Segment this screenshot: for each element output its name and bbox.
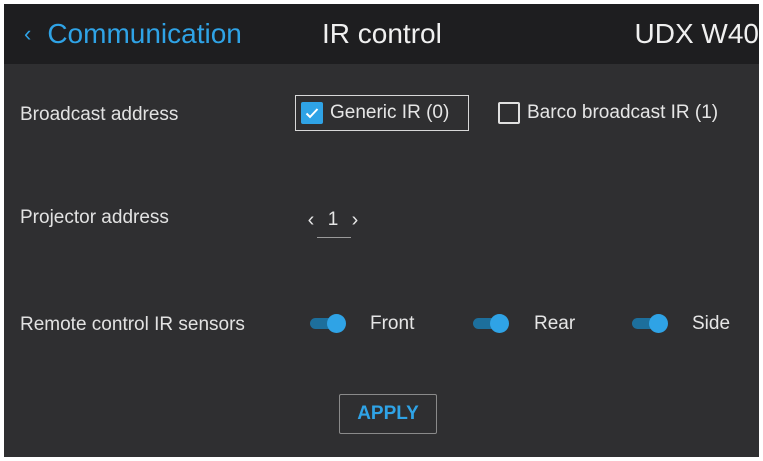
barco-broadcast-ir-option[interactable]: Barco broadcast IR (1) [498,95,718,131]
checkbox-unchecked-icon[interactable] [498,102,520,124]
barco-broadcast-ir-label: Barco broadcast IR (1) [527,102,719,123]
projector-address-value[interactable]: 1 [318,209,348,231]
front-sensor-label: Front [370,313,415,334]
page-title: IR control [322,18,442,49]
projector-address-label: Projector address [20,207,169,228]
projector-address-stepper[interactable]: ‹ 1 › [304,202,368,238]
chevron-left-icon: ‹ [24,21,32,46]
side-sensor-label: Side [692,313,731,334]
decrement-chevron-icon[interactable]: ‹ [304,209,318,232]
ir-sensors-label: Remote control IR sensors [20,314,245,335]
side-sensor-toggle[interactable] [632,314,668,333]
back-label: Communication [47,18,242,49]
broadcast-address-label: Broadcast address [20,104,179,125]
generic-ir-label: Generic IR (0) [330,102,450,123]
front-sensor-toggle[interactable] [310,314,346,333]
checkbox-checked-icon[interactable] [301,102,323,124]
rear-sensor-toggle[interactable] [473,314,509,333]
rear-sensor-label: Rear [534,313,576,334]
generic-ir-option[interactable]: Generic IR (0) [295,95,469,131]
ir-control-screen: ‹ Communication IR control UDX W40 Broad… [4,4,759,457]
device-name: UDX W40 [634,18,759,49]
header-bar: ‹ Communication IR control UDX W40 [4,4,759,64]
toggle-knob [327,314,346,333]
back-button[interactable]: ‹ Communication [24,16,242,52]
toggle-knob [490,314,509,333]
apply-button[interactable]: APPLY [339,394,437,434]
increment-chevron-icon[interactable]: › [348,209,362,232]
toggle-knob [649,314,668,333]
value-underline [317,237,351,238]
